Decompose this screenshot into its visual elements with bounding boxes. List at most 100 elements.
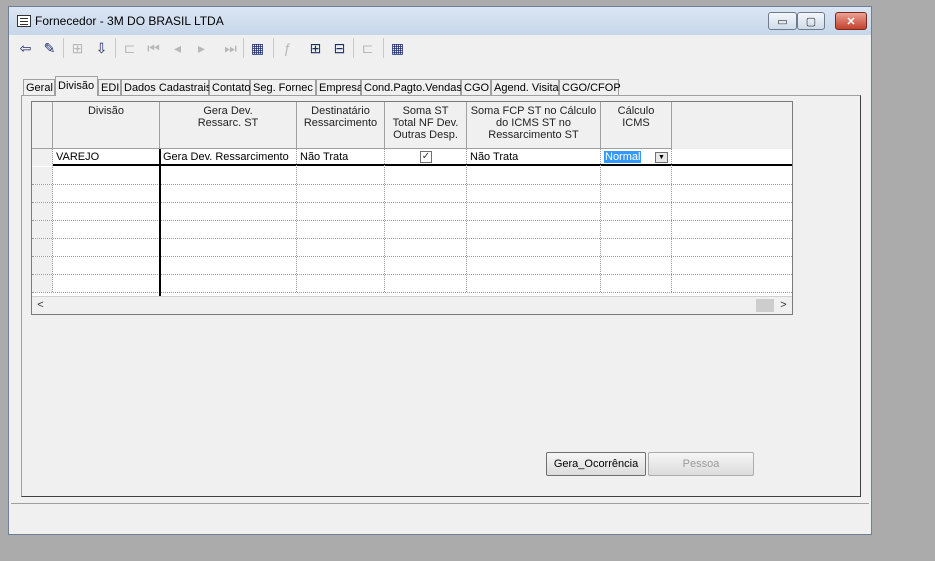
- table-star-icon[interactable]: ▦: [386, 36, 409, 60]
- gera-ocorrencia-button[interactable]: Gera_Ocorrência: [546, 452, 646, 476]
- table-row[interactable]: [32, 203, 792, 221]
- table-cell[interactable]: [467, 239, 601, 256]
- horizontal-scrollbar[interactable]: < >: [32, 296, 792, 314]
- header-divisao[interactable]: Divisão: [53, 102, 160, 149]
- table-cell[interactable]: [601, 203, 672, 220]
- next-icon[interactable]: ▸: [190, 36, 213, 60]
- add-row-icon[interactable]: ⊞: [304, 36, 327, 60]
- tab-cgo-cfop[interactable]: CGO/CFOP: [559, 79, 621, 95]
- table-cell[interactable]: [601, 239, 672, 256]
- scroll-right-icon[interactable]: >: [775, 297, 792, 314]
- table-cell[interactable]: [160, 221, 297, 238]
- delete-row-icon[interactable]: ⊟: [328, 36, 351, 60]
- maximize-button[interactable]: ▢: [797, 12, 825, 30]
- table-cell[interactable]: [53, 239, 160, 256]
- cell-soma-st[interactable]: ✓: [385, 149, 467, 166]
- table-row[interactable]: [32, 167, 792, 185]
- table-cell[interactable]: [385, 167, 467, 184]
- row-indicator[interactable]: [32, 275, 53, 292]
- last-icon[interactable]: ⏭: [219, 36, 242, 60]
- table-cell[interactable]: [160, 203, 297, 220]
- tab-cgo[interactable]: CGO: [461, 79, 491, 95]
- exit-icon[interactable]: ⇦: [14, 36, 37, 60]
- table-cell[interactable]: [297, 275, 385, 292]
- cell-soma-fcp[interactable]: Não Trata: [467, 149, 601, 166]
- tree-icon[interactable]: ⊏: [118, 36, 141, 60]
- table-row[interactable]: [32, 185, 792, 203]
- table-cell[interactable]: [601, 221, 672, 238]
- table-cell[interactable]: [160, 239, 297, 256]
- cell-divisao[interactable]: VAREJO: [53, 149, 160, 166]
- table-cell[interactable]: [53, 167, 160, 184]
- soma-st-checkbox[interactable]: ✓: [420, 151, 432, 163]
- cell-destinatario[interactable]: Não Trata: [297, 149, 385, 166]
- row-indicator[interactable]: [32, 149, 53, 166]
- table-cell[interactable]: [601, 257, 672, 274]
- table-cell[interactable]: [385, 221, 467, 238]
- row-indicator[interactable]: [32, 167, 53, 184]
- table-cell[interactable]: [297, 185, 385, 202]
- table-cell[interactable]: [385, 275, 467, 292]
- table-cell[interactable]: [467, 203, 601, 220]
- tab-contato[interactable]: Contato: [209, 79, 251, 95]
- table-cell[interactable]: [53, 185, 160, 202]
- table-cell[interactable]: [297, 239, 385, 256]
- table-cell[interactable]: [297, 257, 385, 274]
- header-gera-dev[interactable]: Gera Dev. Ressarc. ST: [160, 102, 297, 149]
- chevron-down-icon[interactable]: ▼: [655, 152, 668, 163]
- tab-dados-cadastrais[interactable]: Dados Cadastrais: [121, 79, 211, 95]
- title-bar[interactable]: Fornecedor - 3M DO BRASIL LTDA ▭ ▢ ✕: [9, 7, 871, 35]
- header-destinatario[interactable]: Destinatário Ressarcimento: [297, 102, 385, 149]
- tab-edi[interactable]: EDI: [98, 79, 121, 95]
- first-icon[interactable]: ⏮: [142, 36, 165, 60]
- row-indicator[interactable]: [32, 239, 53, 256]
- header-calculo-icms[interactable]: Cálculo ICMS: [601, 102, 672, 149]
- table-row[interactable]: [32, 221, 792, 239]
- table-cell[interactable]: [385, 185, 467, 202]
- cell-gera-dev[interactable]: Gera Dev. Ressarcimento: [160, 149, 297, 166]
- table-row[interactable]: [32, 239, 792, 257]
- close-button[interactable]: ✕: [835, 12, 867, 30]
- table-cell[interactable]: [53, 221, 160, 238]
- divisao-grid[interactable]: Divisão Gera Dev. Ressarc. ST Destinatár…: [31, 101, 793, 315]
- cell-calculo-icms[interactable]: Normal ▼: [601, 149, 672, 166]
- grid-icon[interactable]: ▦: [246, 36, 269, 60]
- table-cell[interactable]: [601, 185, 672, 202]
- tab-geral[interactable]: Geral: [23, 79, 55, 95]
- table-row[interactable]: [32, 275, 792, 293]
- link-icon[interactable]: ⊏: [356, 36, 379, 60]
- header-soma-fcp[interactable]: Soma FCP ST no Cálculo do ICMS ST no Res…: [467, 102, 601, 149]
- table-cell[interactable]: [53, 257, 160, 274]
- table-cell[interactable]: [160, 167, 297, 184]
- header-soma-st[interactable]: Soma ST Total NF Dev. Outras Desp.: [385, 102, 467, 149]
- row-indicator[interactable]: [32, 185, 53, 202]
- tab-seg-fornec[interactable]: Seg. Fornec: [250, 79, 316, 95]
- table-cell[interactable]: [467, 257, 601, 274]
- table-cell[interactable]: [385, 203, 467, 220]
- table-cell[interactable]: [601, 275, 672, 292]
- table-cell[interactable]: [467, 221, 601, 238]
- scroll-thumb[interactable]: [756, 299, 774, 312]
- scroll-left-icon[interactable]: <: [32, 297, 49, 314]
- table-cell[interactable]: [53, 203, 160, 220]
- row-indicator[interactable]: [32, 257, 53, 274]
- tab-divis-o[interactable]: Divisão: [55, 76, 98, 96]
- save-icon[interactable]: ⇩: [90, 36, 113, 60]
- tab-empresa[interactable]: Empresa: [316, 79, 363, 95]
- tab-cond-pagto-vendas[interactable]: Cond.Pagto.Vendas: [361, 79, 462, 95]
- calculo-icms-value[interactable]: Normal: [604, 151, 642, 163]
- row-indicator[interactable]: [32, 203, 53, 220]
- table-cell[interactable]: [297, 167, 385, 184]
- table-row[interactable]: VAREJO Gera Dev. Ressarcimento Não Trata…: [32, 149, 792, 166]
- prev-icon[interactable]: ◂: [166, 36, 189, 60]
- pessoa-button[interactable]: Pessoa: [648, 452, 754, 476]
- table-row[interactable]: [32, 257, 792, 275]
- table-cell[interactable]: [467, 275, 601, 292]
- insert-icon[interactable]: ⊞: [66, 36, 89, 60]
- table-cell[interactable]: [467, 167, 601, 184]
- edit-icon[interactable]: ✎: [38, 36, 61, 60]
- row-indicator[interactable]: [32, 221, 53, 238]
- table-cell[interactable]: [297, 221, 385, 238]
- table-cell[interactable]: [160, 185, 297, 202]
- filter-icon[interactable]: ƒ: [276, 36, 299, 60]
